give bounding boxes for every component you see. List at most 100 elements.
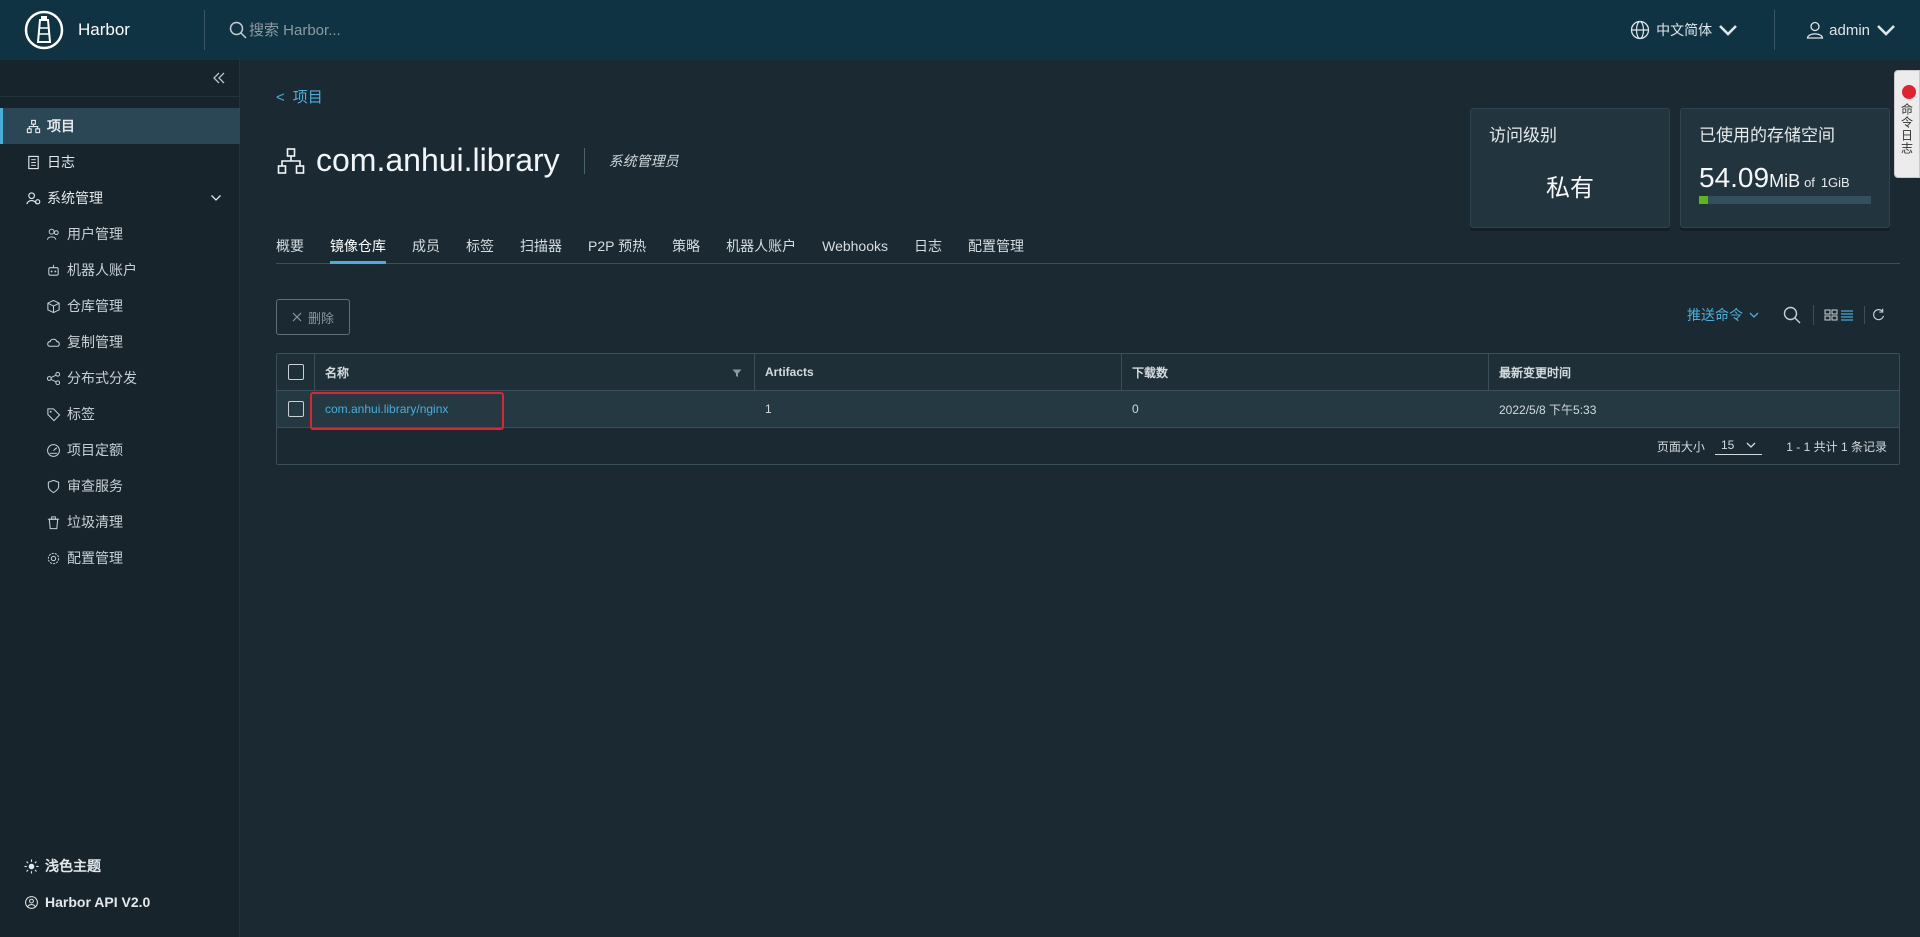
delete-button-label: 删除 bbox=[307, 310, 334, 326]
sidebar-item-labels[interactable]: 标签 bbox=[0, 396, 240, 432]
tab-summary[interactable]: 概要 bbox=[276, 236, 304, 264]
search-icon[interactable] bbox=[1783, 306, 1801, 324]
back-chevron-icon: < bbox=[276, 89, 285, 106]
chevron-down-icon bbox=[1749, 312, 1759, 318]
tab-repositories[interactable]: 镜像仓库 bbox=[330, 236, 386, 264]
project-tabs: 概要 镜像仓库 成员 标签 扫描器 P2P 预热 策略 机器人账户 Webhoo… bbox=[276, 236, 1900, 264]
project-icon bbox=[26, 119, 41, 133]
sidebar-item-projects[interactable]: 项目 bbox=[0, 108, 240, 144]
select-all-checkbox[interactable] bbox=[287, 364, 304, 380]
table-row[interactable]: com.anhui.library/nginx 1 0 2022/5/8 下午5… bbox=[277, 391, 1899, 430]
row-checkbox[interactable] bbox=[288, 401, 304, 417]
command-log-tab[interactable]: 命令日志 bbox=[1894, 70, 1920, 178]
sidebar-item-replications[interactable]: 复制管理 bbox=[0, 324, 240, 360]
users-icon bbox=[46, 228, 59, 240]
storage-used: 54.09 bbox=[1699, 162, 1770, 193]
sidebar-item-registries[interactable]: 仓库管理 bbox=[0, 288, 240, 324]
column-header-updated[interactable]: 最新变更时间 bbox=[1489, 354, 1899, 390]
delete-button[interactable]: 删除 bbox=[276, 299, 350, 335]
grid-footer: 页面大小 15 1 - 1 共计 1 条记录 bbox=[277, 428, 1899, 465]
sidebar-item-garbage-collection[interactable]: 垃圾清理 bbox=[0, 504, 240, 540]
sidebar-item-interrogation-services[interactable]: 审查服务 bbox=[0, 468, 240, 504]
api-icon bbox=[25, 895, 38, 909]
tab-logs[interactable]: 日志 bbox=[914, 236, 942, 264]
sidebar-item-label: 项目 bbox=[47, 118, 75, 134]
tab-configuration[interactable]: 配置管理 bbox=[968, 236, 1024, 264]
search-icon bbox=[229, 21, 247, 39]
tab-members[interactable]: 成员 bbox=[412, 236, 440, 264]
column-header-downloads[interactable]: 下载数 bbox=[1122, 354, 1489, 390]
sidebar-item-label: 标签 bbox=[67, 406, 95, 422]
sidebar-bottom: 浅色主题 Harbor API V2.0 bbox=[0, 848, 240, 920]
language-label: 中文简体 bbox=[1656, 22, 1713, 38]
tab-policy[interactable]: 策略 bbox=[672, 236, 700, 264]
repository-grid: 名称 Artifacts 下载数 最新变更时间 com.anhui.librar… bbox=[276, 353, 1900, 465]
row-artifacts-cell: 1 bbox=[765, 402, 772, 416]
command-log-label: 命令日志 bbox=[1899, 103, 1914, 155]
tab-scanner[interactable]: 扫描器 bbox=[520, 236, 562, 264]
filter-icon[interactable] bbox=[732, 368, 742, 378]
storage-of-label: of bbox=[1804, 175, 1815, 190]
push-command-label: 推送命令 bbox=[1687, 307, 1743, 323]
back-to-projects-link[interactable]: < 项目 bbox=[276, 86, 331, 107]
list-view-icon[interactable] bbox=[1840, 308, 1854, 322]
close-icon bbox=[292, 312, 302, 322]
sidebar-item-label: 用户管理 bbox=[67, 226, 123, 242]
push-command-dropdown[interactable]: 推送命令 bbox=[1687, 305, 1759, 325]
chevron-down-icon[interactable] bbox=[210, 192, 222, 204]
access-level-label: 访问级别 bbox=[1489, 126, 1557, 145]
tab-robot-accounts[interactable]: 机器人账户 bbox=[726, 236, 796, 264]
sidebar-item-project-quotas[interactable]: 项目定额 bbox=[0, 432, 240, 468]
brand[interactable]: Harbor bbox=[0, 0, 204, 60]
global-search[interactable] bbox=[229, 0, 509, 60]
sidebar-separator bbox=[0, 96, 240, 97]
storage-total: 1GiB bbox=[1820, 175, 1850, 190]
sidebar-item-logs[interactable]: 日志 bbox=[0, 144, 240, 180]
user-menu[interactable]: admin bbox=[1805, 20, 1920, 40]
sidebar-nav: 项目 日志 系统管理 用户管理 机器人账户 仓库管理 复制管理 分布式分发 标签… bbox=[0, 108, 240, 576]
search-input[interactable] bbox=[249, 21, 509, 39]
sidebar-item-label: 复制管理 bbox=[67, 334, 123, 350]
sidebar-item-users[interactable]: 用户管理 bbox=[0, 216, 240, 252]
storage-progress-fill bbox=[1699, 196, 1709, 204]
top-header: Harbor 中文简体 admin bbox=[0, 0, 1920, 60]
globe-icon bbox=[1630, 20, 1650, 40]
card-view-icon[interactable] bbox=[1824, 308, 1838, 322]
project-icon bbox=[277, 147, 305, 174]
sidebar-item-robot-accounts[interactable]: 机器人账户 bbox=[0, 252, 240, 288]
select-all-cell bbox=[277, 354, 315, 390]
view-toggle bbox=[1813, 305, 1854, 325]
tab-webhooks[interactable]: Webhooks bbox=[822, 236, 888, 264]
storage-used-unit: MiB bbox=[1769, 171, 1801, 191]
storage-usage: 54.09MiB of 1GiB bbox=[1699, 162, 1871, 194]
chevron-down-icon bbox=[1746, 442, 1756, 448]
api-link-label: Harbor API V2.0 bbox=[45, 894, 151, 910]
theme-toggle[interactable]: 浅色主题 bbox=[0, 848, 240, 884]
tab-labels[interactable]: 标签 bbox=[466, 236, 494, 264]
harbor-logo-icon bbox=[24, 10, 64, 50]
sidebar: 项目 日志 系统管理 用户管理 机器人账户 仓库管理 复制管理 分布式分发 标签… bbox=[0, 60, 240, 937]
column-header-artifacts[interactable]: Artifacts bbox=[755, 354, 1122, 390]
row-updated-cell: 2022/5/8 下午5:33 bbox=[1499, 402, 1597, 417]
user-icon bbox=[1806, 21, 1824, 39]
column-header-name[interactable]: 名称 bbox=[315, 354, 755, 390]
refresh-icon[interactable] bbox=[1864, 306, 1886, 324]
tab-p2p-preheat[interactable]: P2P 预热 bbox=[588, 236, 646, 264]
title-divider bbox=[583, 147, 585, 174]
theme-toggle-label: 浅色主题 bbox=[45, 858, 101, 874]
sidebar-item-administration[interactable]: 系统管理 bbox=[0, 180, 240, 216]
sidebar-item-configuration[interactable]: 配置管理 bbox=[0, 540, 240, 576]
header-divider-right bbox=[1774, 10, 1776, 50]
sidebar-item-distributions[interactable]: 分布式分发 bbox=[0, 360, 240, 396]
chevron-down-icon bbox=[1719, 25, 1738, 36]
row-name-cell: com.anhui.library/nginx bbox=[310, 391, 755, 430]
collapse-sidebar-icon[interactable] bbox=[209, 68, 229, 88]
language-selector[interactable]: 中文简体 bbox=[1630, 20, 1774, 40]
sidebar-item-label: 垃圾清理 bbox=[67, 514, 123, 530]
admin-icon bbox=[26, 191, 41, 204]
api-link[interactable]: Harbor API V2.0 bbox=[0, 884, 240, 920]
page-size-select[interactable]: 15 bbox=[1714, 438, 1763, 455]
access-level-value: 私有 bbox=[1546, 175, 1594, 202]
sidebar-item-label: 日志 bbox=[47, 154, 75, 170]
sidebar-item-label: 配置管理 bbox=[67, 550, 123, 566]
